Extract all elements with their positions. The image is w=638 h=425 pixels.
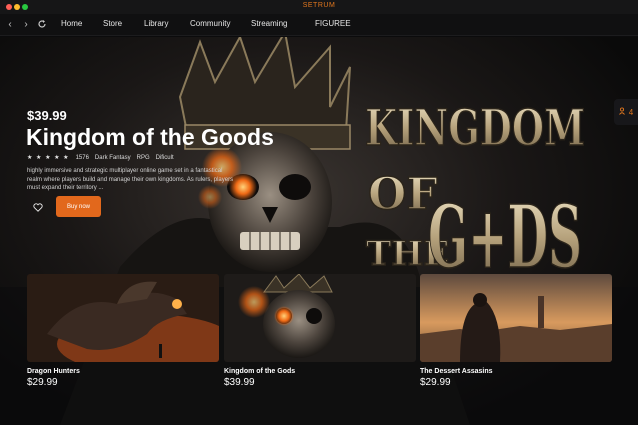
nav-streaming[interactable]: Streaming [251, 19, 287, 28]
logo-line-4: G+DS [428, 187, 582, 288]
hero-banner: KINGDOM OF THE G+DS 4 [0, 37, 638, 425]
logo-line-1: KINGDOM [365, 98, 585, 157]
card-price: $39.99 [224, 377, 255, 388]
card-price: $29.99 [420, 377, 451, 388]
tag-genre[interactable]: Dark Fantasy [95, 155, 131, 161]
app-title: SETRUM [302, 2, 336, 9]
game-card-the-dessert-assasins[interactable]: The Dessert Assasins $29.99 [420, 274, 612, 388]
tag-rpg[interactable]: RPG [137, 155, 150, 161]
nav-community[interactable]: Community [190, 19, 230, 28]
dessert-assasins-thumbnail [420, 274, 612, 362]
card-price: $29.99 [27, 377, 58, 388]
hero-meta: ★ ★ ★ ★ ★ 1576 Dark Fantasy RPG Dificult [27, 154, 174, 162]
card-title: The Dessert Assasins [420, 368, 493, 375]
forward-arrow-icon[interactable]: › [20, 19, 32, 31]
friends-tab[interactable]: 4 [614, 99, 638, 125]
wishlist-button[interactable] [27, 196, 49, 218]
heart-icon [33, 202, 43, 212]
hero-title: Kingdom of the Goods [26, 124, 274, 150]
game-card-dragon-hunters[interactable]: Dragon Hunters $29.99 [27, 274, 219, 388]
back-arrow-icon[interactable]: ‹ [4, 19, 16, 31]
game-card-kingdom-of-the-gods[interactable]: Kingdom of the Gods $39.99 [224, 274, 416, 388]
dragon-hunters-thumbnail [27, 274, 219, 362]
window-title-bar: SETRUM [0, 0, 638, 14]
nav-home[interactable]: Home [61, 19, 82, 28]
buy-now-button[interactable]: Buy now [56, 196, 101, 217]
hero-artwork: KINGDOM OF THE G+DS [0, 37, 638, 425]
nav-store[interactable]: Store [103, 19, 122, 28]
rating-count: 1576 [75, 154, 89, 161]
nav-library[interactable]: Library [144, 19, 168, 28]
users-icon [618, 107, 627, 117]
tag-difficulty[interactable]: Dificult [156, 155, 174, 161]
nav-figuree[interactable]: FIGUREE [315, 19, 351, 28]
card-title: Dragon Hunters [27, 368, 80, 375]
hero-description: highly immersive and strategic multiplay… [27, 168, 234, 191]
navigation-bar: ‹ › Home Store Library Community Streami… [0, 14, 638, 36]
card-title: Kingdom of the Gods [224, 368, 296, 375]
hero-price: $39.99 [27, 108, 67, 123]
kingdom-of-the-gods-thumbnail [224, 274, 416, 362]
friends-count: 4 [628, 107, 634, 117]
refresh-icon[interactable] [36, 19, 48, 31]
rating-stars-icon: ★ ★ ★ ★ ★ [27, 155, 70, 161]
